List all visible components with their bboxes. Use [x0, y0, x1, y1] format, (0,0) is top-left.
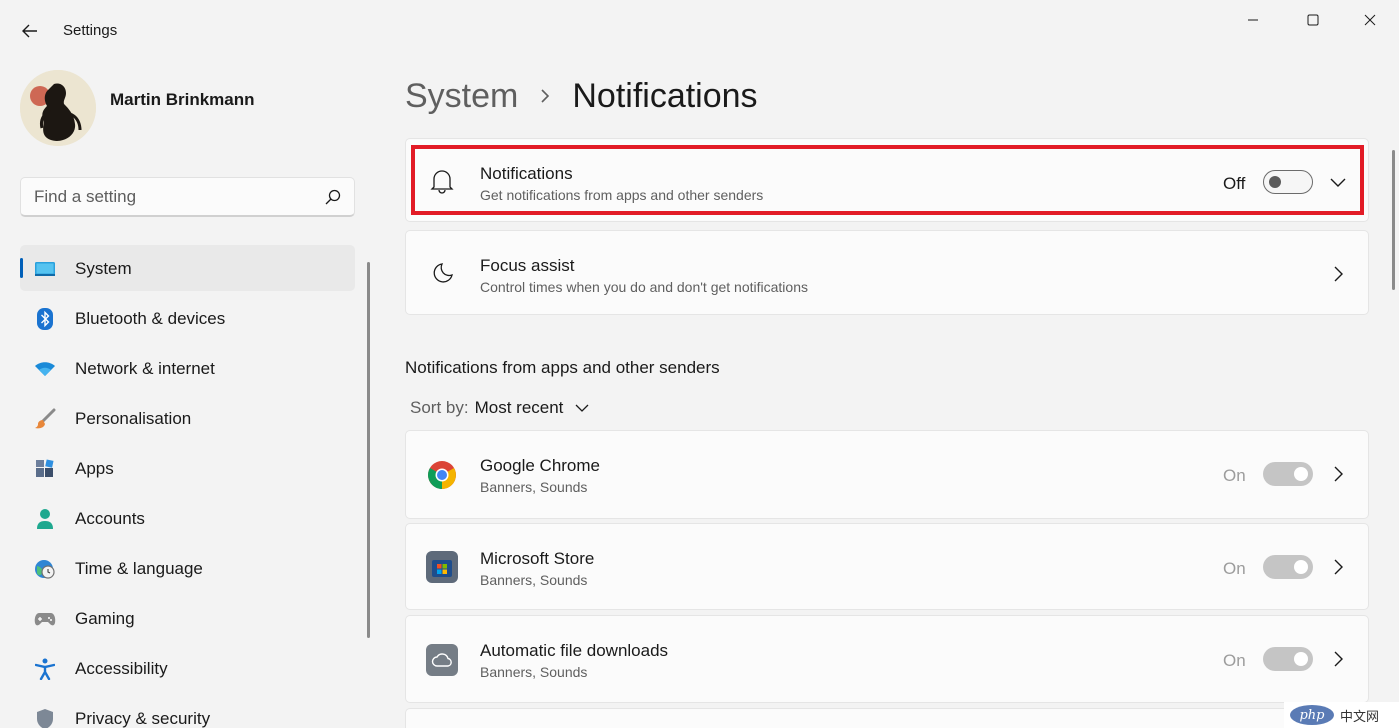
- search-box[interactable]: [20, 177, 355, 217]
- focus-assist-card[interactable]: Focus assist Control times when you do a…: [405, 230, 1369, 315]
- globe-clock-icon: [34, 558, 56, 580]
- avatar: [20, 70, 96, 146]
- sidebar-item-network-internet[interactable]: Network & internet: [20, 345, 355, 391]
- sidebar-item-label: Accounts: [75, 509, 145, 528]
- breadcrumb-parent[interactable]: System: [405, 77, 518, 116]
- chevron-right-icon[interactable]: [1328, 557, 1348, 577]
- search-input[interactable]: [34, 186, 304, 208]
- brush-icon: [34, 408, 56, 430]
- toggle-state-label: On: [1223, 466, 1246, 485]
- sort-dropdown[interactable]: Sort by: Most recent: [410, 398, 589, 418]
- sort-value[interactable]: Most recent: [475, 398, 564, 418]
- gamepad-icon: [34, 608, 56, 630]
- maximize-button[interactable]: [1284, 0, 1342, 40]
- chevron-right-icon: [518, 88, 572, 104]
- sidebar-item-label: Accessibility: [75, 659, 168, 678]
- sidebar-item-privacy-security[interactable]: Privacy & security: [20, 695, 355, 728]
- bluetooth-icon: [34, 308, 56, 330]
- close-button[interactable]: [1341, 0, 1399, 40]
- app-detail: Banners, Sounds: [480, 664, 588, 680]
- watermark: php 中文网: [1284, 702, 1399, 728]
- watermark-text: 中文网: [1340, 708, 1380, 724]
- maximize-icon: [1307, 14, 1319, 26]
- highlight-annotation: [411, 145, 1364, 215]
- app-notification-row[interactable]: Automatic file downloads Banners, Sounds…: [405, 615, 1369, 703]
- title-bar: Settings: [0, 0, 1399, 62]
- chevron-right-icon[interactable]: [1328, 464, 1348, 484]
- section-heading: Notifications from apps and other sender…: [405, 358, 720, 377]
- app-notification-toggle[interactable]: [1263, 647, 1313, 671]
- app-detail: Banners, Sounds: [480, 479, 588, 495]
- toggle-state-label: On: [1223, 559, 1246, 578]
- sidebar-item-label: Apps: [75, 459, 114, 478]
- sidebar-item-system[interactable]: System: [20, 245, 355, 291]
- app-detail: Banners, Sounds: [480, 572, 588, 588]
- focus-assist-subtitle: Control times when you do and don't get …: [480, 279, 808, 295]
- sidebar-item-accounts[interactable]: Accounts: [20, 495, 355, 541]
- app-notification-row[interactable]: Google Chrome Banners, Sounds On: [405, 430, 1369, 519]
- sidebar-item-time-language[interactable]: Time & language: [20, 545, 355, 591]
- sidebar-item-label: Personalisation: [75, 409, 192, 428]
- app-name: Microsoft Store: [480, 549, 595, 568]
- app-title: Settings: [63, 22, 118, 39]
- accessibility-icon: [34, 658, 56, 680]
- app-name: Automatic file downloads: [480, 641, 669, 660]
- page-title: Notifications: [572, 76, 758, 115]
- focus-assist-title: Focus assist: [480, 256, 575, 275]
- app-notification-row[interactable]: Microsoft Store Banners, Sounds On: [405, 523, 1369, 610]
- sidebar-item-personalisation[interactable]: Personalisation: [20, 395, 355, 441]
- sidebar-item-gaming[interactable]: Gaming: [20, 595, 355, 641]
- sort-label: Sort by:: [410, 398, 469, 417]
- minimize-icon: [1248, 19, 1258, 21]
- app-name: Google Chrome: [480, 456, 601, 475]
- shield-icon: [34, 708, 56, 728]
- sidebar-item-label: Time & language: [75, 559, 203, 578]
- app-notification-toggle[interactable]: [1263, 462, 1313, 486]
- toggle-state-label: On: [1223, 651, 1246, 670]
- sidebar-item-label: Privacy & security: [75, 709, 211, 728]
- system-icon: [34, 258, 56, 280]
- profile-name: Martin Brinkmann: [110, 90, 255, 109]
- chevron-right-icon[interactable]: [1328, 649, 1348, 669]
- back-button[interactable]: [14, 16, 46, 46]
- minimize-button[interactable]: [1224, 0, 1282, 40]
- back-arrow-icon: [22, 24, 37, 38]
- sidebar-item-bluetooth-devices[interactable]: Bluetooth & devices: [20, 295, 355, 341]
- apps-icon: [34, 458, 56, 480]
- cloud-icon: [426, 644, 458, 676]
- app-notification-toggle[interactable]: [1263, 555, 1313, 579]
- sidebar-item-label: System: [75, 259, 132, 278]
- sidebar-item-apps[interactable]: Apps: [20, 445, 355, 491]
- wifi-icon: [34, 358, 56, 380]
- watermark-logo: php: [1290, 705, 1334, 725]
- chrome-icon: [426, 459, 458, 491]
- sidebar-nav: System Bluetooth & devices Network & int…: [20, 245, 355, 728]
- store-icon: [426, 551, 458, 583]
- breadcrumb: System Notifications: [405, 74, 758, 118]
- search-icon[interactable]: [324, 188, 342, 206]
- main-scrollbar[interactable]: [1392, 150, 1395, 290]
- app-notification-row[interactable]: [405, 708, 1369, 728]
- moon-icon: [428, 259, 456, 287]
- chevron-down-icon[interactable]: [575, 404, 589, 413]
- sidebar-item-label: Network & internet: [75, 359, 215, 378]
- sidebar-scrollbar[interactable]: [367, 262, 370, 638]
- sidebar-item-label: Gaming: [75, 609, 135, 628]
- account-icon: [34, 508, 56, 530]
- sidebar-item-label: Bluetooth & devices: [75, 309, 226, 328]
- close-icon: [1364, 14, 1376, 26]
- sidebar-item-accessibility[interactable]: Accessibility: [20, 645, 355, 691]
- chevron-right-icon[interactable]: [1328, 264, 1348, 284]
